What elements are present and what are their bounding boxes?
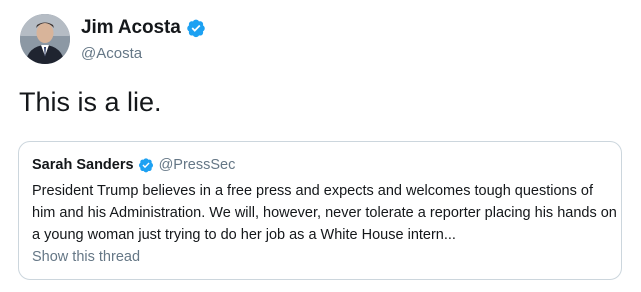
verified-badge-icon	[186, 18, 206, 38]
author-name-row: Jim Acosta	[81, 17, 206, 39]
verified-badge-icon	[138, 157, 154, 173]
quoted-tweet-header: Sarah Sanders @PressSec	[32, 157, 235, 173]
quoted-handle: @PressSec	[158, 157, 236, 173]
author-display-name[interactable]: Jim Acosta	[81, 17, 181, 39]
quoted-tweet-text: President Trump believes in a free press…	[32, 183, 617, 243]
quoted-tweet-card[interactable]: Sarah Sanders @PressSec President Trump …	[18, 141, 622, 280]
profile-photo-icon	[20, 14, 70, 64]
author-handle[interactable]: @Acosta	[81, 45, 142, 62]
avatar[interactable]	[20, 14, 70, 64]
tweet: Jim Acosta @Acosta This is a lie. Sarah …	[0, 0, 641, 292]
tweet-text: This is a lie.	[19, 87, 162, 117]
quoted-display-name: Sarah Sanders	[32, 157, 134, 173]
show-thread-link[interactable]: Show this thread	[32, 249, 140, 265]
